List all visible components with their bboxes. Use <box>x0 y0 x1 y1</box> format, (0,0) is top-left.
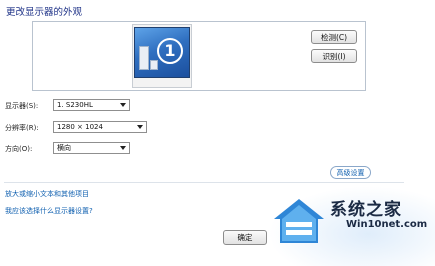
resolution-select-value: 1280 × 1024 <box>57 123 103 131</box>
chevron-down-icon <box>120 103 126 107</box>
advanced-settings-link[interactable]: 高级设置 <box>330 166 371 179</box>
display-select-value: 1. S230HL <box>57 101 93 109</box>
resolution-label: 分辨率(R): <box>5 124 39 132</box>
text-size-link[interactable]: 放大或缩小文本和其他项目 <box>5 189 89 199</box>
which-settings-link[interactable]: 我应该选择什么显示器设置? <box>5 206 93 216</box>
display-label: 显示器(S): <box>5 102 39 110</box>
display-select[interactable]: 1. S230HL <box>53 99 130 111</box>
chevron-down-icon <box>137 125 143 129</box>
page-title: 更改显示器的外观 <box>6 7 83 18</box>
ok-button[interactable]: 确定 <box>223 230 267 245</box>
watermark-domain: Win10net.com <box>346 219 428 230</box>
section-divider <box>4 182 404 183</box>
resolution-select[interactable]: 1280 × 1024 <box>53 121 147 133</box>
monitor-number-badge: 1 <box>157 38 183 64</box>
orientation-select-value: 横向 <box>57 144 71 152</box>
orientation-select[interactable]: 横向 <box>53 142 130 154</box>
window-thumbnail-icon <box>150 60 158 70</box>
chevron-down-icon <box>120 146 126 150</box>
orientation-label: 方向(O): <box>5 145 33 153</box>
detect-button[interactable]: 检测(C) <box>311 30 357 44</box>
house-logo-icon <box>274 199 324 243</box>
document-thumbnail-icon <box>139 46 149 70</box>
identify-button[interactable]: 识别(I) <box>311 49 357 63</box>
watermark-name: 系统之家 <box>330 200 402 220</box>
